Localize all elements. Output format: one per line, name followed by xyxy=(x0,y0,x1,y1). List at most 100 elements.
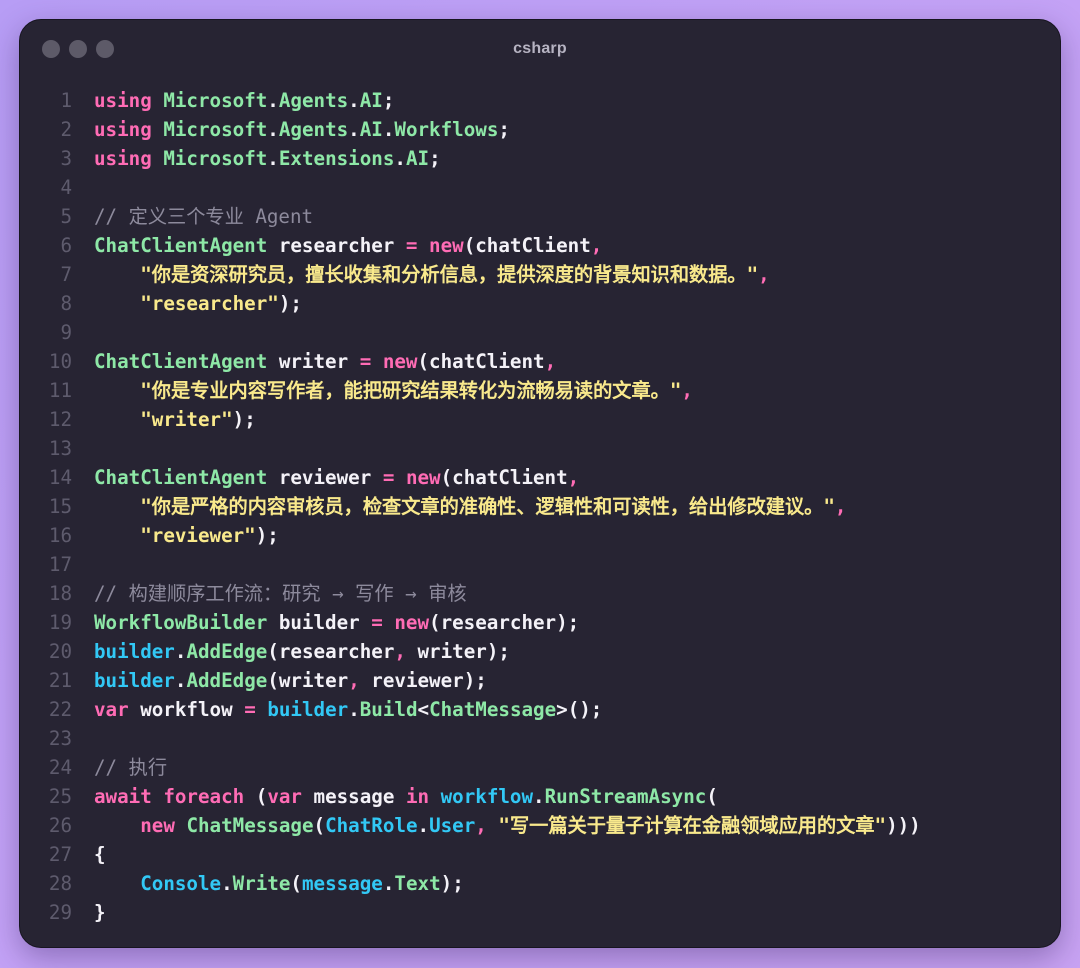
code-token: reviewer); xyxy=(359,669,487,692)
code-token: ( xyxy=(244,785,268,808)
line-number: 6 xyxy=(60,234,72,257)
code-token: ChatClientAgent xyxy=(94,234,268,257)
code-token: (chatClient xyxy=(463,234,591,257)
code-line: 1 using Microsoft.Agents.AI; xyxy=(20,86,1060,115)
line-number: 14 xyxy=(48,466,72,489)
code-token: "你是专业内容写作者，能把研究结果转化为流畅易读的文章。" xyxy=(140,379,682,402)
code-token: ); xyxy=(278,292,302,315)
line-number: 3 xyxy=(60,147,72,170)
code-token: , xyxy=(475,814,487,837)
code-token: ); xyxy=(255,524,279,547)
code-token: message xyxy=(301,872,383,895)
code-token: Build xyxy=(359,698,418,721)
code-text: using Microsoft.Extensions.AI; xyxy=(94,144,441,173)
code-token: ; xyxy=(382,89,395,112)
code-text: var workflow = builder.Build<ChatMessage… xyxy=(94,695,602,724)
code-text: // 定义三个专业 Agent xyxy=(94,202,313,231)
code-token: . xyxy=(267,89,279,112)
code-line: 12 "writer"); xyxy=(20,405,1060,434)
code-text: "你是资深研究员，擅长收集和分析信息，提供深度的背景知识和数据。", xyxy=(94,260,770,289)
code-token: ChatMessage xyxy=(186,814,314,837)
code-window: csharp 1 using Microsoft.Agents.AI; 2 using… xyxy=(19,19,1061,948)
code-token: < xyxy=(417,698,430,721)
line-number: 13 xyxy=(48,437,72,460)
code-token: , xyxy=(544,350,557,373)
code-text: builder.AddEdge(researcher, writer); xyxy=(94,637,510,666)
code-text: ChatClientAgent researcher = new(chatCli… xyxy=(94,231,602,260)
code-token: ; xyxy=(498,118,510,141)
code-token: . xyxy=(348,89,360,112)
code-token: AI xyxy=(359,89,383,112)
code-token: ( xyxy=(290,872,302,895)
window-title: csharp xyxy=(513,40,567,57)
code-token: Agents xyxy=(278,118,349,141)
code-token: Workflows xyxy=(394,118,499,141)
code-line: 2 using Microsoft.Agents.AI.Workflows; xyxy=(20,115,1060,144)
code-token: Write xyxy=(232,872,291,895)
line-number: 8 xyxy=(60,292,72,315)
code-token: (researcher); xyxy=(429,611,580,634)
code-token: AddEdge xyxy=(186,640,268,663)
code-token: = xyxy=(359,350,372,373)
code-token: builder xyxy=(94,640,175,663)
line-number: 4 xyxy=(60,176,72,199)
code-token: . xyxy=(221,872,233,895)
line-number: 24 xyxy=(48,756,72,779)
code-token: = xyxy=(405,234,418,257)
code-token: ); xyxy=(232,408,256,431)
code-token: = xyxy=(382,466,395,489)
code-token: Agents xyxy=(278,89,349,112)
code-token: var xyxy=(267,785,302,808)
code-text: "writer"); xyxy=(94,405,256,434)
code-line: 23 xyxy=(20,724,1060,753)
code-token: ChatMessage xyxy=(429,698,557,721)
code-line: 15 "你是严格的内容审核员，检查文章的准确性、逻辑性和可读性，给出修改建议。"… xyxy=(20,492,1060,521)
code-token: using xyxy=(94,147,152,170)
code-token: "你是严格的内容审核员，检查文章的准确性、逻辑性和可读性，给出修改建议。" xyxy=(140,495,835,518)
line-number: 9 xyxy=(60,321,72,344)
code-token: new xyxy=(405,466,441,489)
code-token: workflow xyxy=(440,785,534,808)
code-line: 7 "你是资深研究员，擅长收集和分析信息，提供深度的背景知识和数据。", xyxy=(20,260,1060,289)
code-token: (researcher xyxy=(267,640,395,663)
code-text: "researcher"); xyxy=(94,289,302,318)
code-line: 6 ChatClientAgent researcher = new(chatCl… xyxy=(20,231,1060,260)
code-token: new xyxy=(394,611,430,634)
line-number: 21 xyxy=(48,669,72,692)
code-token: "writer" xyxy=(140,408,233,431)
code-token: ); xyxy=(440,872,464,895)
code-token: ; xyxy=(429,147,441,170)
code-token: Microsoft xyxy=(163,147,268,170)
line-number: 12 xyxy=(48,408,72,431)
code-token: using xyxy=(94,89,152,112)
title-bar: csharp xyxy=(20,20,1060,80)
code-token: . xyxy=(382,118,395,141)
code-line: 16 "reviewer"); xyxy=(20,521,1060,550)
code-line: 17 xyxy=(20,550,1060,579)
code-token: ChatClientAgent xyxy=(94,466,268,489)
code-line: 4 xyxy=(20,173,1060,202)
code-line: 25 await foreach (var message in workflow… xyxy=(20,782,1060,811)
code-token: , xyxy=(758,263,770,286)
code-token: foreach xyxy=(163,785,245,808)
code-line: 27 { xyxy=(20,840,1060,869)
code-token: . xyxy=(533,785,545,808)
code-token: . xyxy=(267,147,279,170)
code-token: , xyxy=(681,379,693,402)
code-text: ChatClientAgent writer = new(chatClient, xyxy=(94,347,556,376)
code-token: . xyxy=(417,814,430,837)
code-token: RunStreamAsync xyxy=(544,785,707,808)
code-token: . xyxy=(348,118,360,141)
code-line: 13 xyxy=(20,434,1060,463)
code-line: 26 new ChatMessage(ChatRole.User, "写一篇关于… xyxy=(20,811,1060,840)
code-token: (writer xyxy=(267,669,349,692)
code-line: 8 "researcher"); xyxy=(20,289,1060,318)
